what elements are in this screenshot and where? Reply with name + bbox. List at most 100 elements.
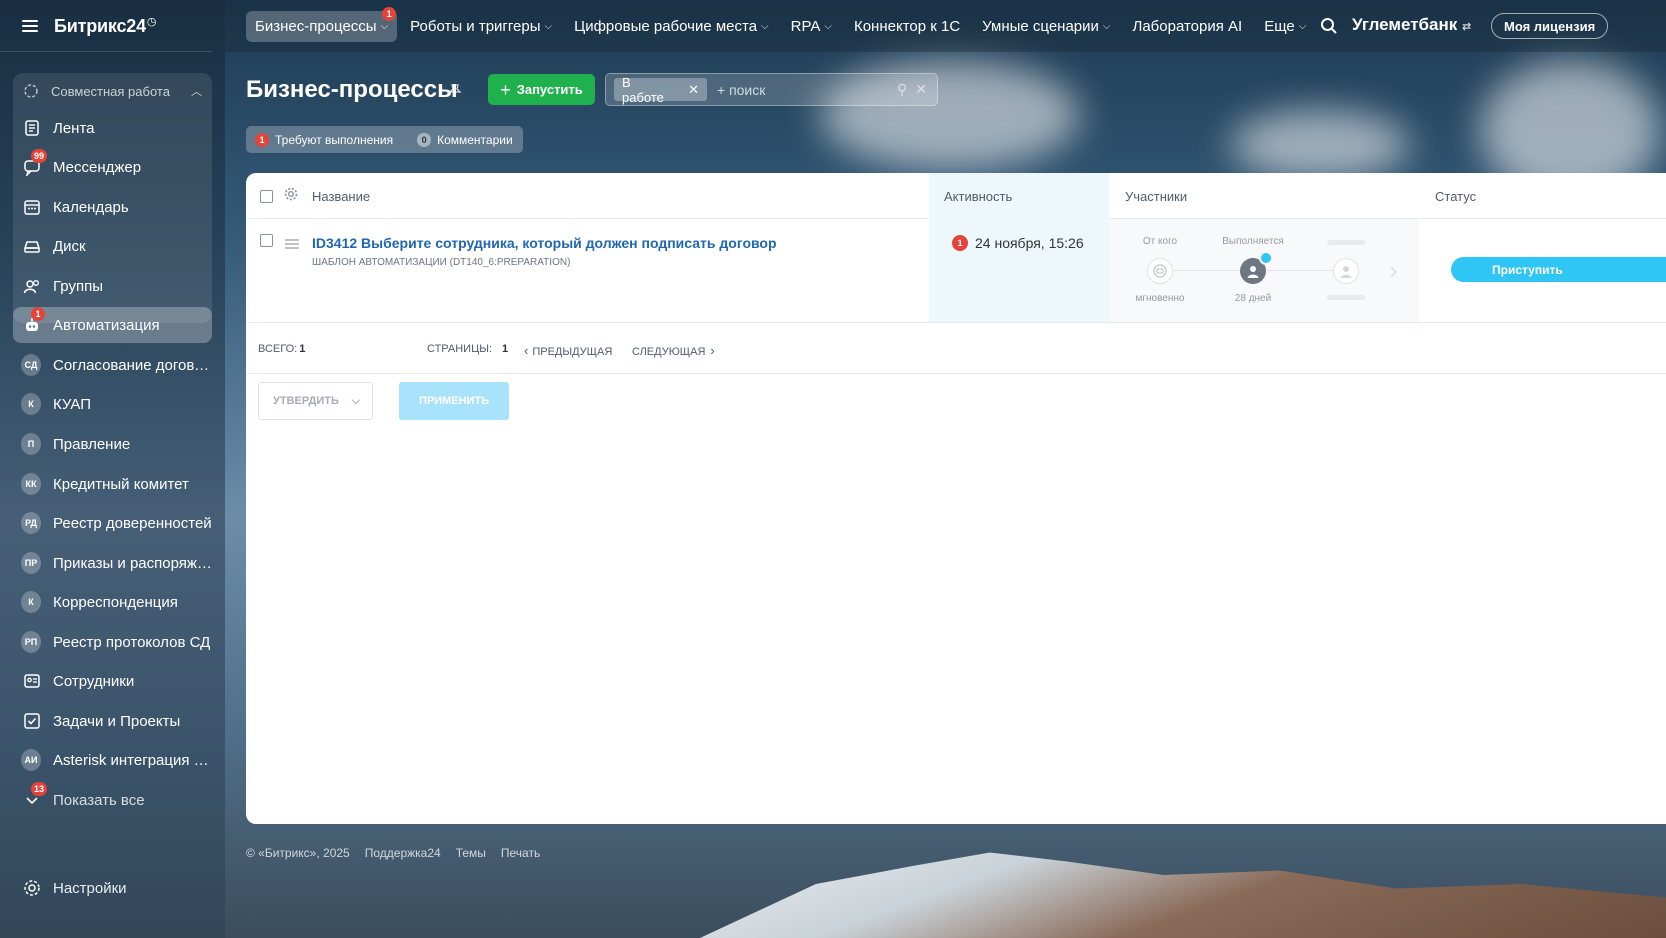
footer-link-themes[interactable]: Темы [456, 846, 486, 860]
sidebar-item[interactable]: 13 Показать все [13, 782, 212, 818]
column-status[interactable]: Статус [1435, 189, 1476, 204]
plus-icon: + [500, 79, 511, 100]
sidebar-item-label: Кредитный комитет [53, 475, 189, 493]
group-avatar: К [21, 393, 41, 415]
topnav-item[interactable]: Лаборатория AI [1123, 11, 1251, 42]
page-title: Бизнес-процессы [246, 76, 458, 103]
sidebar-item-label: Asterisk интеграция It... [53, 751, 212, 769]
pager-prev[interactable]: ‹ ПРЕДЫДУЩАЯ [524, 343, 612, 358]
license-button[interactable]: Моя лицензия [1491, 13, 1609, 39]
run-button[interactable]: + Запустить [488, 74, 595, 105]
sidebar-item[interactable]: 99 Мессенджер [13, 149, 212, 185]
sidebar-item-badge: 99 [31, 149, 48, 163]
topnav-item[interactable]: Цифровые рабочие места ⌵ [565, 11, 778, 42]
filter-search-box[interactable]: В работе ✕ ⚲ ✕ [605, 73, 938, 106]
employees-icon [23, 672, 41, 690]
column-participants[interactable]: Участники [1125, 189, 1187, 204]
counter-comments-badge[interactable]: 0 [417, 132, 432, 147]
bulk-action-value: УТВЕРДИТЬ [273, 395, 339, 407]
column-activity[interactable]: Активность [944, 189, 1012, 204]
company-name[interactable]: Углеметбанк ⇄ [1352, 15, 1471, 35]
sidebar-item-label: Согласование догово... [53, 356, 212, 374]
footer-link-print[interactable]: Печать [501, 846, 540, 860]
topnav-item[interactable]: Умные сценарии ⌵ [973, 11, 1119, 42]
sidebar-item-label: Диск [53, 237, 86, 255]
chevron-down-icon: ⌵ [380, 20, 389, 32]
gear-icon[interactable] [284, 187, 298, 201]
sidebar-item-label: Сотрудники [53, 672, 135, 690]
pager-next[interactable]: СЛЕДУЮЩАЯ › [632, 343, 715, 358]
filter-chip[interactable]: В работе ✕ [614, 75, 707, 105]
group-avatar: РП [21, 631, 41, 653]
chevron-up-icon[interactable]: ︿ [191, 83, 202, 99]
sidebar-item[interactable]: Задачи и Проекты [13, 703, 212, 739]
close-icon[interactable]: ✕ [688, 82, 699, 98]
total-count: ВСЕГО: 1 [258, 343, 305, 355]
sidebar-item[interactable]: Диск [13, 228, 212, 264]
search-input[interactable] [717, 81, 887, 98]
sidebar-item[interactable]: РД Реестр доверенностей [13, 505, 212, 541]
group-avatar-icon: К [21, 393, 41, 415]
footer-link-support[interactable]: Поддержка24 [365, 846, 441, 860]
clear-icon[interactable]: ✕ [915, 81, 927, 98]
process-title-link[interactable]: ID3412 Выберите сотрудника, который долж… [312, 235, 777, 251]
run-button-label: Запустить [516, 82, 583, 97]
chevron-right-icon: › [1389, 255, 1398, 285]
sidebar-item[interactable]: КК Кредитный комитет [13, 466, 212, 502]
sidebar-item[interactable]: СД Согласование догово... [13, 347, 212, 383]
sidebar-group-header[interactable]: Совместная работа ︿ [13, 73, 212, 109]
participant-connector [1173, 270, 1241, 271]
counter-required-badge[interactable]: 1 [255, 132, 269, 147]
bulk-action-select[interactable]: УТВЕРДИТЬ ⌵ [258, 382, 373, 420]
sidebar-item[interactable]: 1 Автоматизация [13, 307, 212, 343]
topnav-item-label: Цифровые рабочие места [574, 17, 758, 35]
app-logo[interactable]: Битрикс24◷ [54, 15, 157, 37]
chevron-down-icon: ⌵ [824, 20, 832, 32]
sidebar-item[interactable]: П Правление [13, 426, 212, 462]
topnav-item-label: Коннектор к 1С [853, 17, 961, 35]
apply-button[interactable]: ПРИМЕНИТЬ [399, 382, 509, 420]
sidebar-item[interactable]: К Корреспонденция [13, 584, 212, 620]
row-divider [246, 322, 1666, 323]
topnav-item[interactable]: RPA ⌵ [782, 11, 841, 42]
placeholder-bar [1327, 295, 1365, 300]
sidebar-item[interactable]: АИ Asterisk интеграция It... [13, 742, 212, 778]
counter-required-label[interactable]: Требуют выполнения [275, 133, 393, 147]
sidebar-item[interactable]: Лента [13, 110, 212, 146]
sidebar-item[interactable]: К КУАП [13, 386, 212, 422]
topnav-item[interactable]: Еще ⌵ [1255, 11, 1315, 42]
clock-icon [1259, 251, 1273, 265]
column-name[interactable]: Название [312, 189, 370, 204]
calendar-icon [23, 198, 41, 216]
empty-user-avatar-icon [1333, 258, 1359, 284]
sidebar-item[interactable]: Группы [13, 268, 212, 304]
start-task-button[interactable]: Приступить [1451, 257, 1666, 282]
topnav-item[interactable]: Коннектор к 1С [845, 11, 969, 42]
sidebar-settings[interactable]: Настройки [13, 870, 212, 906]
total-label: ВСЕГО: [258, 343, 298, 355]
search-icon[interactable]: ⚲ [897, 81, 907, 98]
row-menu-icon[interactable] [285, 239, 299, 249]
sidebar-item[interactable]: РП Реестр протоколов СД [13, 624, 212, 660]
row-checkbox[interactable] [260, 234, 273, 247]
topnav-item[interactable]: Роботы и триггеры ⌵ [401, 11, 561, 42]
sidebar-item[interactable]: Сотрудники [13, 663, 212, 699]
company-settings-icon: ⇄ [1462, 21, 1472, 33]
sidebar-item[interactable]: ПР Приказы и распоряже... [13, 545, 212, 581]
sidebar-item[interactable]: Календарь [13, 189, 212, 225]
select-all-checkbox[interactable] [260, 190, 273, 203]
chevron-down-icon: ⌵ [1298, 20, 1307, 32]
menu-burger-icon[interactable] [22, 19, 38, 32]
sidebar-item-label: Автоматизация [53, 316, 160, 334]
sidebar-item-label: Лента [53, 119, 95, 137]
counter-comments-label[interactable]: Комментарии [437, 133, 513, 147]
group-avatar: П [21, 433, 41, 455]
pin-icon[interactable] [448, 84, 462, 98]
automation-icon: 1 [23, 307, 45, 334]
search-icon[interactable] [1320, 17, 1338, 35]
activity-date: 24 ноября, 15:26 [975, 235, 1084, 251]
topnav-item[interactable]: Бизнес-процессы ⌵ 1 [246, 6, 398, 42]
tasks-icon [23, 712, 41, 730]
sidebar-settings-label: Настройки [53, 879, 127, 897]
group-avatar: АИ [21, 749, 41, 771]
